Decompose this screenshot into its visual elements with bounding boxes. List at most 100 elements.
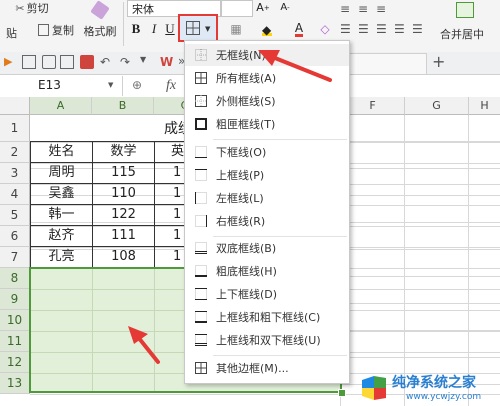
fx-button[interactable]: fx: [166, 78, 176, 94]
fill-color-button[interactable]: ◆: [254, 20, 280, 38]
shrink-font-button[interactable]: A-: [277, 0, 293, 15]
table-cell[interactable]: 1: [154, 183, 186, 205]
italic-button[interactable]: I: [146, 20, 162, 38]
print-preview-icon[interactable]: [60, 55, 74, 69]
table-cell[interactable]: 115: [92, 162, 155, 184]
table-cell[interactable]: 吴鑫: [30, 183, 93, 205]
bold-button[interactable]: B: [128, 20, 144, 38]
menu-item-top-double-bottom-border[interactable]: 上框线和双下框线(U): [185, 329, 349, 351]
bold-label: B: [131, 21, 141, 36]
row-header-9[interactable]: 9: [0, 289, 30, 310]
menu-item-top-thick-bottom-border[interactable]: 上框线和粗下框线(C): [185, 306, 349, 328]
table-cell[interactable]: 韩一: [30, 204, 93, 226]
table-cell[interactable]: 1: [154, 162, 186, 184]
row-header-12[interactable]: 12: [0, 352, 30, 373]
redo-icon[interactable]: ↷: [120, 55, 134, 69]
menu-item-label: 双底框线(B): [216, 242, 277, 255]
table-cell[interactable]: 1: [154, 246, 186, 268]
chevron-down-icon: ▼: [205, 25, 211, 33]
justify-icon[interactable]: ☰: [394, 22, 405, 36]
table-cell[interactable]: 110: [92, 183, 155, 205]
table-cell[interactable]: 111: [92, 225, 155, 247]
thick-bottom-border-icon: [195, 265, 207, 277]
row-header-6[interactable]: 6: [0, 226, 30, 247]
format-painter-button[interactable]: 格式刷: [80, 0, 120, 42]
row-header-13[interactable]: 13: [0, 373, 30, 394]
row-header-4[interactable]: 4: [0, 184, 30, 205]
menu-item-left-border[interactable]: 左框线(L): [185, 187, 349, 209]
align-right-icon[interactable]: ☰: [376, 22, 387, 36]
grow-font-button[interactable]: A +: [255, 0, 271, 15]
row-header-8[interactable]: 8: [0, 268, 30, 289]
copy-button[interactable]: 复制: [36, 22, 76, 38]
menu-item-top-border[interactable]: 上框线(P): [185, 164, 349, 186]
header-cell-english[interactable]: 英: [154, 141, 186, 163]
header-cell-math[interactable]: 数学: [92, 141, 155, 163]
name-box[interactable]: E13 ▼: [0, 76, 123, 96]
name-box-dropdown-icon[interactable]: ▼: [108, 81, 113, 89]
align-top-icon[interactable]: ≡: [340, 2, 350, 16]
row-header-3[interactable]: 3: [0, 163, 30, 184]
menu-item-all-borders[interactable]: 所有框线(A): [185, 67, 349, 89]
clear-format-button[interactable]: ◇: [316, 20, 334, 38]
column-header-f[interactable]: F: [341, 97, 405, 115]
align-left-icon[interactable]: ☰: [340, 22, 351, 36]
add-tab-button[interactable]: +: [432, 52, 445, 71]
font-color-button[interactable]: A: [286, 20, 312, 38]
save-icon[interactable]: [22, 55, 36, 69]
qat-dropdown-icon[interactable]: ▼: [140, 55, 154, 69]
column-header-b[interactable]: B: [92, 97, 154, 115]
print-icon[interactable]: [42, 55, 56, 69]
row-header-11[interactable]: 11: [0, 331, 30, 352]
table-cell[interactable]: 孔亮: [30, 246, 93, 268]
fill-handle[interactable]: [338, 389, 346, 397]
font-size-select[interactable]: [221, 0, 253, 17]
cut-button[interactable]: ✂ 剪切: [12, 0, 52, 16]
menu-icon[interactable]: ▶: [4, 55, 18, 69]
menu-item-outside-borders[interactable]: 外侧框线(S): [185, 90, 349, 112]
header-cell-name[interactable]: 姓名: [30, 141, 93, 163]
bottom-border-icon: [195, 146, 207, 158]
column-header-a[interactable]: A: [30, 97, 92, 115]
pdf-icon[interactable]: [80, 55, 94, 69]
borders-button[interactable]: ▼: [178, 14, 218, 42]
table-cell[interactable]: 周明: [30, 162, 93, 184]
zoom-icon[interactable]: ⊕: [132, 78, 142, 92]
paste-label[interactable]: 贴: [6, 25, 17, 41]
merge-center-label: 合并居中: [440, 28, 484, 41]
menu-item-more-borders[interactable]: 其他边框(M)...: [185, 357, 349, 379]
table-cell[interactable]: 122: [92, 204, 155, 226]
menu-item-bottom-border[interactable]: 下框线(O): [185, 141, 349, 163]
undo-icon[interactable]: ↶: [100, 55, 114, 69]
distribute-icon[interactable]: ☰: [412, 22, 423, 36]
document-tab[interactable]: [345, 53, 427, 74]
menu-item-thick-box-border[interactable]: 粗匣框线(T): [185, 113, 349, 135]
merge-center-button[interactable]: 合并居中: [436, 0, 492, 46]
menu-item-no-border[interactable]: 无框线(N): [185, 44, 349, 66]
table-cell[interactable]: 108: [92, 246, 155, 268]
select-all-corner[interactable]: [0, 97, 30, 115]
row-header-10[interactable]: 10: [0, 310, 30, 331]
wps-logo-icon[interactable]: W: [160, 55, 174, 69]
align-bottom-icon[interactable]: ≡: [376, 2, 386, 16]
row-header-1[interactable]: 1: [0, 115, 30, 142]
menu-item-label: 其他边框(M)...: [216, 362, 289, 375]
menu-item-label: 上框线和双下框线(U): [216, 334, 321, 347]
menu-item-thick-bottom-border[interactable]: 粗底框线(H): [185, 260, 349, 282]
menu-item-right-border[interactable]: 右框线(R): [185, 210, 349, 232]
menu-item-double-bottom-border[interactable]: 双底框线(B): [185, 237, 349, 259]
cell-style-button[interactable]: ▦: [228, 20, 244, 38]
table-cell[interactable]: 1: [154, 225, 186, 247]
table-cell[interactable]: 赵齐: [30, 225, 93, 247]
top-border-icon: [195, 169, 207, 181]
row-header-7[interactable]: 7: [0, 247, 30, 268]
table-cell[interactable]: 1: [154, 204, 186, 226]
column-header-g[interactable]: G: [405, 97, 469, 115]
underline-button[interactable]: U: [162, 20, 178, 38]
row-header-2[interactable]: 2: [0, 142, 30, 163]
align-middle-icon[interactable]: ≡: [358, 2, 368, 16]
align-center-icon[interactable]: ☰: [358, 22, 369, 36]
row-header-5[interactable]: 5: [0, 205, 30, 226]
menu-item-top-bottom-border[interactable]: 上下框线(D): [185, 283, 349, 305]
column-header-h[interactable]: H: [469, 97, 500, 115]
